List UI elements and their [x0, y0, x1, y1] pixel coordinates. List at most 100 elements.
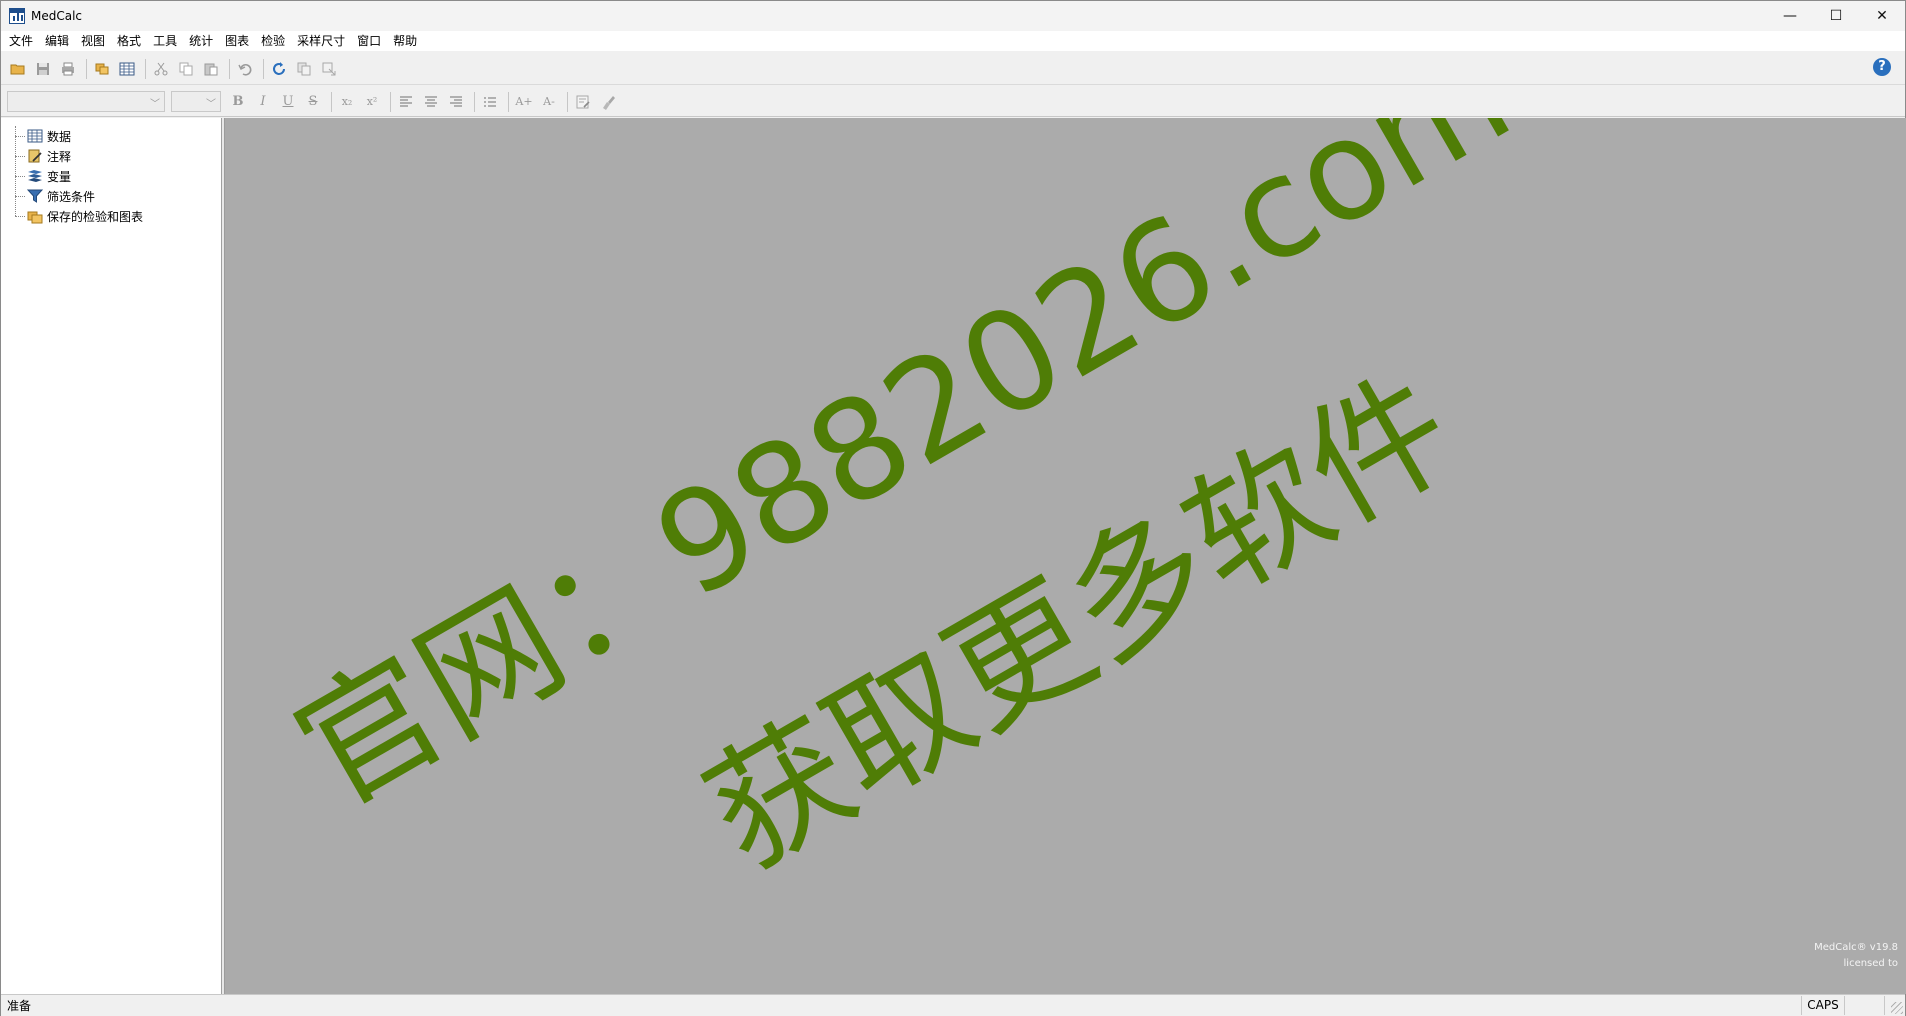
print-icon — [62, 62, 74, 75]
menu-bar: 文件 编辑 视图 格式 工具 统计 图表 检验 采样尺寸 窗口 帮助 — [1, 31, 1905, 51]
tree-item-filters[interactable]: 筛选条件 — [15, 186, 95, 206]
title-bar: MedCalc — ☐ ✕ — [1, 1, 1905, 31]
menu-format[interactable]: 格式 — [111, 31, 147, 51]
menu-sampling[interactable]: 采样尺寸 — [291, 31, 351, 51]
menu-tests[interactable]: 检验 — [255, 31, 291, 51]
toolbar-separator — [474, 91, 475, 112]
paste-icon — [204, 63, 218, 75]
window-title: MedCalc — [31, 9, 83, 23]
font-size-combo[interactable]: ﹀ — [171, 91, 221, 112]
tree-connector — [15, 215, 25, 217]
menu-edit[interactable]: 编辑 — [39, 31, 75, 51]
spreadsheet-icon — [27, 128, 43, 144]
align-center-button[interactable] — [420, 91, 442, 113]
graph-export-button[interactable] — [318, 58, 340, 80]
graph-copy-button[interactable] — [293, 58, 315, 80]
toolbar-separator — [331, 91, 332, 112]
window-controls: — ☐ ✕ — [1767, 1, 1905, 31]
medcalc-app-icon — [9, 8, 25, 24]
folder-icon — [27, 208, 43, 224]
help-icon[interactable]: ? — [1873, 58, 1891, 76]
align-right-icon — [450, 95, 462, 107]
bullet-list-button[interactable] — [479, 91, 501, 113]
toolbar-separator — [508, 91, 509, 112]
format-toolbar: ﹀ ﹀ B I U S x₂ x² A+ A- — [1, 87, 1905, 117]
strikethrough-button[interactable]: S — [302, 91, 324, 113]
tree-connector — [15, 135, 25, 137]
undo-button[interactable] — [234, 58, 256, 80]
close-button[interactable]: ✕ — [1859, 1, 1905, 31]
license-text: licensed to — [1843, 958, 1898, 969]
toolbar-separator — [145, 58, 146, 79]
font-name-combo[interactable]: ﹀ — [7, 91, 165, 112]
refresh-button[interactable] — [268, 58, 290, 80]
caps-indicator: CAPS — [1801, 996, 1845, 1015]
format-painter-icon — [603, 95, 615, 110]
tree-item-saved-tests[interactable]: 保存的检验和图表 — [15, 206, 143, 226]
resize-grip[interactable] — [1891, 1002, 1903, 1014]
version-text: MedCalc® v19.8 — [1814, 942, 1898, 953]
contents-button[interactable] — [91, 58, 113, 80]
open-button[interactable] — [7, 58, 29, 80]
cut-button[interactable] — [150, 58, 172, 80]
copy-button[interactable] — [175, 58, 197, 80]
minimize-button[interactable]: — — [1767, 1, 1813, 31]
menu-help[interactable]: 帮助 — [387, 31, 423, 51]
menu-file[interactable]: 文件 — [3, 31, 39, 51]
maximize-button[interactable]: ☐ — [1813, 1, 1859, 31]
tree-connector — [15, 195, 25, 197]
variables-icon — [27, 168, 43, 184]
menu-tools[interactable]: 工具 — [147, 31, 183, 51]
edit-format-icon — [576, 95, 590, 108]
paste-button[interactable] — [200, 58, 222, 80]
toolbar-separator — [86, 58, 87, 79]
print-button[interactable] — [57, 58, 79, 80]
menu-window[interactable]: 窗口 — [351, 31, 387, 51]
undo-icon — [238, 63, 252, 76]
copy-icon — [179, 62, 193, 75]
toolbar-separator — [567, 91, 568, 112]
toolbar-separator — [229, 58, 230, 79]
bullet-list-icon — [484, 96, 496, 107]
align-right-button[interactable] — [445, 91, 467, 113]
menu-view[interactable]: 视图 — [75, 31, 111, 51]
tree-item-label: 变量 — [47, 169, 72, 184]
tree-item-notes[interactable]: 注释 — [15, 146, 71, 166]
tree-item-label: 筛选条件 — [47, 189, 96, 204]
format-painter-button[interactable] — [597, 91, 619, 113]
tree-item-variables[interactable]: 变量 — [15, 166, 71, 186]
italic-button[interactable]: I — [252, 91, 274, 113]
watermark-line-1: 官网：9882026.com — [271, 118, 1536, 837]
font-grow-button[interactable]: A+ — [513, 91, 535, 113]
folders-icon — [95, 63, 109, 74]
menu-graphs[interactable]: 图表 — [219, 31, 255, 51]
chevron-down-icon: ﹀ — [150, 99, 160, 110]
export-graph-icon — [322, 62, 336, 75]
underline-button[interactable]: U — [277, 91, 299, 113]
tree-item-data[interactable]: 数据 — [15, 126, 71, 146]
spreadsheet-button[interactable] — [116, 58, 138, 80]
superscript-button[interactable]: x² — [361, 91, 383, 113]
cut-icon — [154, 62, 168, 75]
bold-button[interactable]: B — [227, 91, 249, 113]
menu-statistics[interactable]: 统计 — [183, 31, 219, 51]
mdi-workspace: 官网：9882026.com 获取更多软件 MedCalc® v19.8 lic… — [225, 118, 1906, 994]
app-window: MedCalc — ☐ ✕ 文件 编辑 视图 格式 工具 统计 图表 检验 采样… — [0, 0, 1906, 1016]
open-folder-icon — [10, 64, 25, 74]
font-shrink-button[interactable]: A- — [538, 91, 560, 113]
save-button[interactable] — [32, 58, 54, 80]
save-icon — [37, 62, 49, 75]
subscript-button[interactable]: x₂ — [336, 91, 358, 113]
toolbar-separator — [263, 58, 264, 79]
edit-format-button[interactable] — [572, 91, 594, 113]
status-panel — [1845, 996, 1885, 1015]
tree-item-label: 注释 — [47, 149, 72, 164]
tree-item-label: 数据 — [47, 129, 72, 144]
align-center-icon — [425, 95, 437, 107]
tree-connector — [15, 175, 25, 177]
align-left-button[interactable] — [395, 91, 417, 113]
tree-item-label: 保存的检验和图表 — [47, 209, 144, 224]
tree-connector — [15, 155, 25, 157]
watermark-overlay: 官网：9882026.com 获取更多软件 — [271, 118, 1536, 899]
align-left-icon — [400, 95, 412, 107]
